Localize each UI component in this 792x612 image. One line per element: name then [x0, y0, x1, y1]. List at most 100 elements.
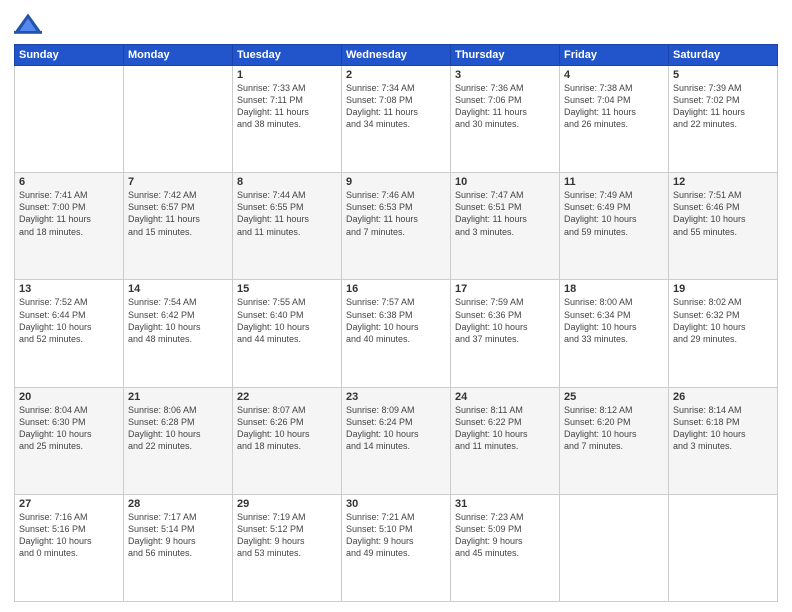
day-info: Sunrise: 7:38 AM Sunset: 7:04 PM Dayligh…: [564, 82, 664, 131]
day-cell: 17Sunrise: 7:59 AM Sunset: 6:36 PM Dayli…: [451, 280, 560, 387]
day-info: Sunrise: 7:36 AM Sunset: 7:06 PM Dayligh…: [455, 82, 555, 131]
day-number: 21: [128, 391, 228, 403]
day-number: 11: [564, 176, 664, 188]
day-cell: [560, 494, 669, 601]
weekday-header-row: SundayMondayTuesdayWednesdayThursdayFrid…: [15, 45, 778, 66]
day-number: 5: [673, 69, 773, 81]
week-row-2: 13Sunrise: 7:52 AM Sunset: 6:44 PM Dayli…: [15, 280, 778, 387]
day-info: Sunrise: 8:06 AM Sunset: 6:28 PM Dayligh…: [128, 404, 228, 453]
logo-icon: [14, 10, 42, 38]
day-number: 16: [346, 283, 446, 295]
day-info: Sunrise: 7:19 AM Sunset: 5:12 PM Dayligh…: [237, 511, 337, 560]
day-cell: 29Sunrise: 7:19 AM Sunset: 5:12 PM Dayli…: [233, 494, 342, 601]
day-number: 6: [19, 176, 119, 188]
day-info: Sunrise: 7:59 AM Sunset: 6:36 PM Dayligh…: [455, 296, 555, 345]
day-number: 12: [673, 176, 773, 188]
day-number: 8: [237, 176, 337, 188]
day-number: 13: [19, 283, 119, 295]
day-cell: 7Sunrise: 7:42 AM Sunset: 6:57 PM Daylig…: [124, 173, 233, 280]
day-info: Sunrise: 8:14 AM Sunset: 6:18 PM Dayligh…: [673, 404, 773, 453]
day-cell: 31Sunrise: 7:23 AM Sunset: 5:09 PM Dayli…: [451, 494, 560, 601]
day-info: Sunrise: 7:54 AM Sunset: 6:42 PM Dayligh…: [128, 296, 228, 345]
weekday-sunday: Sunday: [15, 45, 124, 66]
day-cell: 14Sunrise: 7:54 AM Sunset: 6:42 PM Dayli…: [124, 280, 233, 387]
day-number: 29: [237, 498, 337, 510]
day-number: 30: [346, 498, 446, 510]
day-number: 20: [19, 391, 119, 403]
day-cell: 26Sunrise: 8:14 AM Sunset: 6:18 PM Dayli…: [669, 387, 778, 494]
day-cell: 8Sunrise: 7:44 AM Sunset: 6:55 PM Daylig…: [233, 173, 342, 280]
weekday-thursday: Thursday: [451, 45, 560, 66]
day-info: Sunrise: 7:55 AM Sunset: 6:40 PM Dayligh…: [237, 296, 337, 345]
day-info: Sunrise: 7:47 AM Sunset: 6:51 PM Dayligh…: [455, 189, 555, 238]
day-number: 18: [564, 283, 664, 295]
day-info: Sunrise: 7:42 AM Sunset: 6:57 PM Dayligh…: [128, 189, 228, 238]
day-cell: [124, 66, 233, 173]
day-number: 19: [673, 283, 773, 295]
day-info: Sunrise: 8:04 AM Sunset: 6:30 PM Dayligh…: [19, 404, 119, 453]
day-cell: 22Sunrise: 8:07 AM Sunset: 6:26 PM Dayli…: [233, 387, 342, 494]
day-info: Sunrise: 7:41 AM Sunset: 7:00 PM Dayligh…: [19, 189, 119, 238]
day-info: Sunrise: 7:34 AM Sunset: 7:08 PM Dayligh…: [346, 82, 446, 131]
weekday-tuesday: Tuesday: [233, 45, 342, 66]
day-cell: 25Sunrise: 8:12 AM Sunset: 6:20 PM Dayli…: [560, 387, 669, 494]
day-number: 10: [455, 176, 555, 188]
day-cell: 13Sunrise: 7:52 AM Sunset: 6:44 PM Dayli…: [15, 280, 124, 387]
week-row-4: 27Sunrise: 7:16 AM Sunset: 5:16 PM Dayli…: [15, 494, 778, 601]
day-number: 22: [237, 391, 337, 403]
day-info: Sunrise: 7:39 AM Sunset: 7:02 PM Dayligh…: [673, 82, 773, 131]
day-number: 31: [455, 498, 555, 510]
day-number: 1: [237, 69, 337, 81]
day-cell: 1Sunrise: 7:33 AM Sunset: 7:11 PM Daylig…: [233, 66, 342, 173]
day-info: Sunrise: 7:16 AM Sunset: 5:16 PM Dayligh…: [19, 511, 119, 560]
day-number: 4: [564, 69, 664, 81]
week-row-3: 20Sunrise: 8:04 AM Sunset: 6:30 PM Dayli…: [15, 387, 778, 494]
day-info: Sunrise: 7:46 AM Sunset: 6:53 PM Dayligh…: [346, 189, 446, 238]
day-info: Sunrise: 8:07 AM Sunset: 6:26 PM Dayligh…: [237, 404, 337, 453]
day-info: Sunrise: 7:49 AM Sunset: 6:49 PM Dayligh…: [564, 189, 664, 238]
day-info: Sunrise: 8:00 AM Sunset: 6:34 PM Dayligh…: [564, 296, 664, 345]
day-info: Sunrise: 7:21 AM Sunset: 5:10 PM Dayligh…: [346, 511, 446, 560]
day-cell: 2Sunrise: 7:34 AM Sunset: 7:08 PM Daylig…: [342, 66, 451, 173]
week-row-1: 6Sunrise: 7:41 AM Sunset: 7:00 PM Daylig…: [15, 173, 778, 280]
day-cell: 3Sunrise: 7:36 AM Sunset: 7:06 PM Daylig…: [451, 66, 560, 173]
day-cell: 20Sunrise: 8:04 AM Sunset: 6:30 PM Dayli…: [15, 387, 124, 494]
day-cell: 10Sunrise: 7:47 AM Sunset: 6:51 PM Dayli…: [451, 173, 560, 280]
day-info: Sunrise: 7:17 AM Sunset: 5:14 PM Dayligh…: [128, 511, 228, 560]
day-number: 24: [455, 391, 555, 403]
day-cell: 5Sunrise: 7:39 AM Sunset: 7:02 PM Daylig…: [669, 66, 778, 173]
day-info: Sunrise: 8:02 AM Sunset: 6:32 PM Dayligh…: [673, 296, 773, 345]
day-cell: 30Sunrise: 7:21 AM Sunset: 5:10 PM Dayli…: [342, 494, 451, 601]
page: SundayMondayTuesdayWednesdayThursdayFrid…: [0, 0, 792, 612]
day-cell: 21Sunrise: 8:06 AM Sunset: 6:28 PM Dayli…: [124, 387, 233, 494]
day-number: 9: [346, 176, 446, 188]
day-info: Sunrise: 7:23 AM Sunset: 5:09 PM Dayligh…: [455, 511, 555, 560]
day-number: 3: [455, 69, 555, 81]
day-number: 28: [128, 498, 228, 510]
day-cell: 15Sunrise: 7:55 AM Sunset: 6:40 PM Dayli…: [233, 280, 342, 387]
day-cell: 28Sunrise: 7:17 AM Sunset: 5:14 PM Dayli…: [124, 494, 233, 601]
day-cell: 4Sunrise: 7:38 AM Sunset: 7:04 PM Daylig…: [560, 66, 669, 173]
weekday-saturday: Saturday: [669, 45, 778, 66]
day-number: 25: [564, 391, 664, 403]
week-row-0: 1Sunrise: 7:33 AM Sunset: 7:11 PM Daylig…: [15, 66, 778, 173]
logo: [14, 10, 46, 38]
calendar: SundayMondayTuesdayWednesdayThursdayFrid…: [14, 44, 778, 602]
day-cell: 16Sunrise: 7:57 AM Sunset: 6:38 PM Dayli…: [342, 280, 451, 387]
day-cell: [15, 66, 124, 173]
day-info: Sunrise: 7:52 AM Sunset: 6:44 PM Dayligh…: [19, 296, 119, 345]
day-cell: 23Sunrise: 8:09 AM Sunset: 6:24 PM Dayli…: [342, 387, 451, 494]
day-number: 7: [128, 176, 228, 188]
day-info: Sunrise: 8:09 AM Sunset: 6:24 PM Dayligh…: [346, 404, 446, 453]
weekday-monday: Monday: [124, 45, 233, 66]
day-cell: 24Sunrise: 8:11 AM Sunset: 6:22 PM Dayli…: [451, 387, 560, 494]
day-info: Sunrise: 8:12 AM Sunset: 6:20 PM Dayligh…: [564, 404, 664, 453]
day-info: Sunrise: 7:57 AM Sunset: 6:38 PM Dayligh…: [346, 296, 446, 345]
day-cell: 12Sunrise: 7:51 AM Sunset: 6:46 PM Dayli…: [669, 173, 778, 280]
day-number: 15: [237, 283, 337, 295]
day-info: Sunrise: 7:44 AM Sunset: 6:55 PM Dayligh…: [237, 189, 337, 238]
day-info: Sunrise: 8:11 AM Sunset: 6:22 PM Dayligh…: [455, 404, 555, 453]
day-number: 17: [455, 283, 555, 295]
day-number: 27: [19, 498, 119, 510]
day-number: 2: [346, 69, 446, 81]
